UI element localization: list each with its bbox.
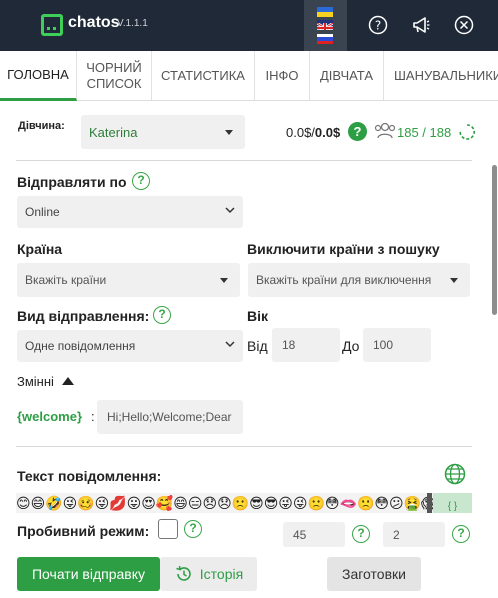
breakthrough-input-1[interactable]: 45 — [283, 522, 345, 547]
breakthrough-help-icon[interactable]: ? — [184, 520, 202, 538]
language-switcher — [304, 0, 347, 51]
age-from-input[interactable]: 18 — [272, 328, 340, 362]
girl-select[interactable]: Katerina — [81, 115, 245, 149]
balance-total: 0.0$ — [314, 125, 341, 140]
main-tabs: ГОЛОВНА ЧОРНИЙ СПИСОК СТАТИСТИКА ІНФО ДІ… — [0, 51, 498, 101]
divider — [16, 446, 472, 447]
tab-statistics[interactable]: СТАТИСТИКА — [152, 51, 255, 101]
balance: 0.0$/0.0$ — [286, 125, 340, 140]
caret-down-icon — [225, 130, 233, 135]
megaphone-icon[interactable] — [411, 15, 431, 35]
emoji-list[interactable]: 😊😄🤣😜🥴😜💋😛😍🥰😄😑😞😞🙁😎😎😜😜🙁😳🫦🙁😳😕🤮😱 — [16, 495, 436, 511]
users-icon — [373, 121, 397, 146]
exclude-countries-placeholder: Вкажіть країни для виключення — [256, 273, 432, 287]
age-label: Вік — [247, 308, 269, 324]
history-button-label: Історія — [199, 566, 244, 582]
balance-spent: 0.0$/ — [286, 125, 315, 140]
tab-girls[interactable]: ДІВЧАТА — [310, 51, 384, 101]
age-from-label: Від — [247, 338, 268, 354]
variable-colon: : — [91, 409, 95, 424]
girl-label: Дівчина: — [18, 120, 65, 132]
divider — [16, 160, 472, 161]
history-icon — [176, 565, 191, 581]
message-label: Текст повідомлення: — [17, 468, 162, 484]
caret-down-icon — [450, 278, 458, 283]
country-placeholder: Вкажіть країни — [25, 273, 107, 287]
russian-flag-icon[interactable] — [317, 34, 333, 44]
send-by-value: Online — [25, 205, 60, 219]
tab-admirers[interactable]: ШАНУВАЛЬНИКИ — [384, 51, 498, 101]
chatos-logo-icon — [41, 14, 63, 36]
help-circle-icon[interactable]: ? — [368, 15, 388, 35]
online-count: 185 / 188 — [397, 125, 452, 140]
age-to-label: До — [342, 338, 360, 354]
send-type-label: Вид відправлення: — [17, 308, 150, 324]
send-by-help-icon[interactable]: ? — [132, 172, 150, 190]
variable-key: {welcome} — [17, 409, 83, 424]
insert-variable-button[interactable]: { } — [433, 493, 472, 513]
tab-blacklist[interactable]: ЧОРНИЙ СПИСОК — [77, 51, 152, 101]
exclude-countries-label: Виключити країни з пошуку — [247, 241, 440, 257]
page-scrollbar[interactable] — [492, 165, 497, 315]
app-header: chatos V.1.1.1 ? — [0, 0, 498, 51]
emoji-bar-scroll-handle[interactable] — [427, 493, 432, 513]
tab-main[interactable]: ГОЛОВНА — [0, 51, 77, 101]
templates-button[interactable]: Заготовки — [327, 557, 421, 591]
chevron-down-icon — [225, 206, 235, 217]
girl-selected-value: Katerina — [89, 124, 138, 140]
close-circle-icon[interactable] — [454, 15, 474, 35]
british-flag-icon[interactable] — [317, 20, 333, 30]
send-type-select[interactable]: Одне повідомлення — [17, 330, 243, 362]
variables-label: Змінні — [17, 374, 54, 389]
app-version: V.1.1.1 — [117, 18, 148, 29]
country-select[interactable]: Вкажіть країни — [17, 263, 240, 297]
breakthrough-input-1-help-icon[interactable]: ? — [352, 525, 370, 543]
start-sending-button[interactable]: Почати відправку — [17, 557, 160, 591]
exclude-countries-select[interactable]: Вкажіть країни для виключення — [248, 263, 470, 297]
variable-value-input[interactable]: Hi;Hello;Welcome;Dear — [97, 400, 243, 434]
breakthrough-label: Пробивний режим: — [17, 523, 150, 539]
send-by-select[interactable]: Online — [17, 196, 243, 228]
svg-text:?: ? — [375, 19, 381, 33]
globe-icon[interactable] — [444, 463, 466, 490]
breakthrough-checkbox[interactable] — [158, 519, 178, 539]
triangle-up-icon — [61, 377, 74, 385]
history-button[interactable]: Історія — [160, 557, 257, 591]
country-label: Країна — [17, 241, 63, 257]
age-to-input[interactable]: 100 — [363, 328, 431, 362]
breakthrough-input-2[interactable]: 2 — [383, 522, 445, 547]
tab-info[interactable]: ІНФО — [255, 51, 310, 101]
send-by-label: Відправляти по — [17, 174, 127, 190]
ukrainian-flag-icon[interactable] — [317, 7, 333, 17]
emoji-picker-bar[interactable]: 😊😄🤣😜🥴😜💋😛😍🥰😄😑😞😞🙁😎😎😜😜🙁😳🫦🙁😳😕🤮😱 — [16, 493, 472, 513]
app-name: chatos — [68, 14, 120, 31]
chevron-down-icon — [225, 340, 235, 351]
breakthrough-input-2-help-icon[interactable]: ? — [452, 525, 470, 543]
send-type-help-icon[interactable]: ? — [153, 306, 171, 324]
caret-down-icon — [220, 278, 228, 283]
send-type-value: Одне повідомлення — [25, 339, 136, 353]
variables-toggle[interactable]: Змінні — [17, 374, 74, 389]
balance-help-icon[interactable]: ? — [348, 122, 367, 141]
refresh-icon[interactable] — [458, 123, 476, 146]
